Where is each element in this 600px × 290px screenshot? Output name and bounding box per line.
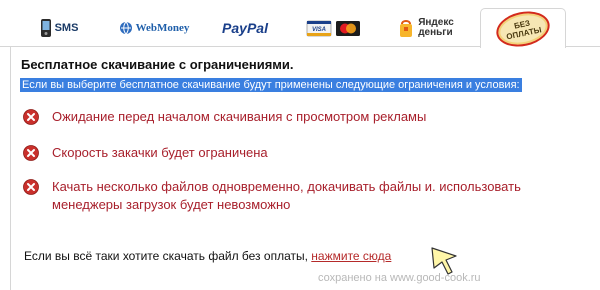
tab-sms-label: SMS (54, 22, 79, 34)
tab-yandex-money-label: Яндекс деньги (418, 18, 454, 38)
tab-webmoney-label: WebMoney (135, 22, 190, 34)
condition-item: Скорость закачки будет ограничена (23, 144, 532, 162)
tab-paypal[interactable]: PayPal (210, 10, 280, 46)
tab-webmoney[interactable]: WebMoney (118, 10, 190, 46)
visa-card-label: VISA (312, 27, 326, 33)
free-download-link[interactable]: нажмите сюда (311, 249, 391, 263)
tab-free-download[interactable]: БЕЗ ОПЛАТЫ (480, 6, 566, 51)
mouse-cursor-icon (431, 247, 457, 275)
phone-icon (40, 19, 51, 37)
tab-yandex-money[interactable]: Яндекс деньги (390, 10, 462, 46)
payment-method-tabs: SMS WebMoney PayPal VISA Яндекс деньги Б… (0, 0, 600, 51)
free-download-panel: Бесплатное скачивание с ограничениями. Е… (10, 47, 600, 290)
credit-cards-icon: VISA (306, 20, 360, 37)
tab-paypal-label: PayPal (222, 20, 268, 36)
free-download-prompt-text: Если вы всё таки хотите скачать файл без… (24, 249, 308, 263)
condition-text: Скорость закачки будет ограничена (52, 145, 268, 160)
free-seal-icon: БЕЗ ОПЛАТЫ (493, 6, 553, 51)
error-x-icon (23, 145, 39, 161)
yandex-money-icon (400, 20, 413, 37)
condition-text: Ожидание перед началом скачивания с прос… (52, 109, 427, 124)
selected-conditions-text: Если вы выберите бесплатное скачивание б… (20, 78, 522, 92)
free-download-prompt: Если вы всё таки хотите скачать файл без… (24, 249, 391, 263)
tab-sms[interactable]: SMS (28, 10, 90, 46)
webmoney-globe-icon (119, 21, 132, 35)
yandex-label-line2: деньги (418, 27, 453, 38)
condition-item: Ожидание перед началом скачивания с прос… (23, 108, 532, 126)
panel-title: Бесплатное скачивание с ограничениями. (21, 57, 294, 72)
condition-text: Качать несколько файлов одновременно, до… (52, 179, 521, 212)
tab-bank-cards[interactable]: VISA (300, 10, 368, 46)
condition-item: Качать несколько файлов одновременно, до… (23, 178, 532, 214)
error-x-icon (23, 179, 39, 195)
error-x-icon (23, 109, 39, 125)
